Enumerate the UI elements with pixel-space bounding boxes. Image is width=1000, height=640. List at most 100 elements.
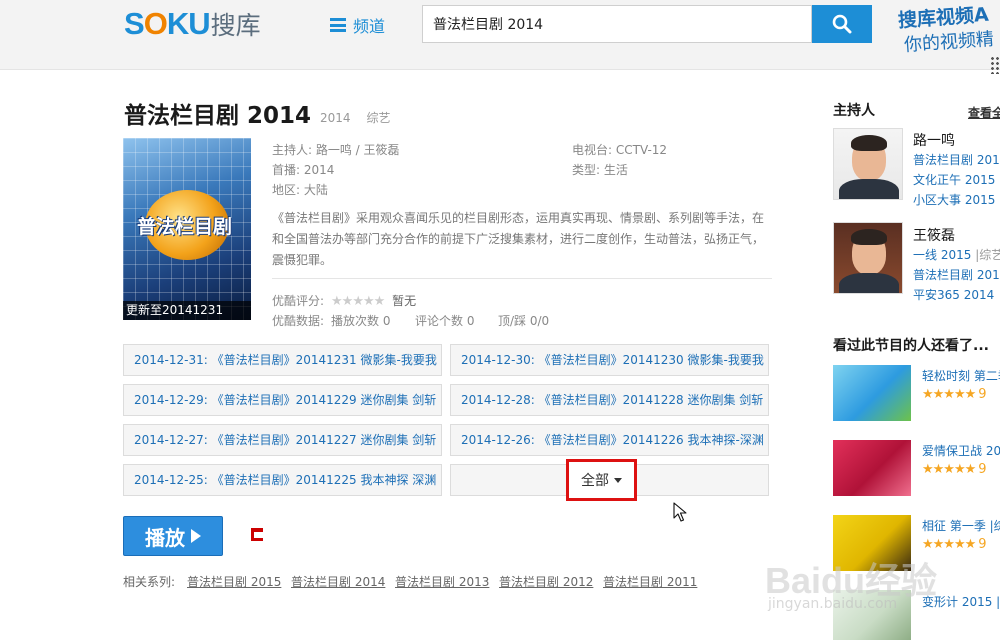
- rating-label: 优酷评分:: [272, 294, 325, 308]
- play-label: 播放: [145, 525, 185, 550]
- region-info: 地区: 大陆: [272, 183, 328, 197]
- rec-title[interactable]: 变形计 2015 |综艺: [922, 593, 1000, 610]
- host-work-title: 文化正午: [913, 173, 962, 187]
- tv-info: 电视台: CCTV-12: [572, 143, 668, 157]
- type-info: 类型: 生活: [572, 163, 628, 177]
- rec-score: 9: [978, 387, 987, 402]
- avatar-hair: [851, 135, 887, 151]
- rec-title[interactable]: 爱情保卫战 2014: [922, 442, 1000, 459]
- show-genre: 综艺: [366, 111, 391, 125]
- rec-rating-stars-icon: ★★★★★ 9: [922, 387, 987, 402]
- rec-thumbnail[interactable]: [833, 590, 911, 640]
- bracket-icon[interactable]: [251, 528, 263, 541]
- rec-score: 9: [978, 462, 987, 477]
- show-all-dropdown[interactable]: 全部: [566, 459, 637, 501]
- rec-title[interactable]: 相征 第一季 |综艺: [922, 517, 1000, 534]
- host-work-year: 2015: [964, 193, 996, 207]
- poster-update-label: 更新至20141231: [123, 301, 251, 320]
- qr-dots-icon: [990, 56, 1000, 74]
- rec-thumbnail[interactable]: [833, 515, 911, 571]
- rec-rating-stars-icon: ★★★★★ 9: [922, 462, 987, 477]
- host-work-year: 2015: [940, 248, 972, 262]
- logo-cn-text: 搜库: [210, 11, 261, 40]
- search-icon: [832, 14, 852, 34]
- rating-value: 暂无: [392, 294, 417, 308]
- host-work-year: 2014: [963, 288, 995, 302]
- episode-link[interactable]: 2014-12-30: 《普法栏目剧》20141230 微影集-我要我: [450, 344, 769, 376]
- view-all-link[interactable]: 查看全: [968, 104, 1000, 121]
- caret-down-icon: [614, 477, 622, 483]
- related-series-link[interactable]: 普法栏目剧 2015: [187, 573, 281, 590]
- play-triangle-icon: [191, 529, 201, 543]
- rec-thumbnail[interactable]: [833, 440, 911, 496]
- show-poster[interactable]: 普法栏目剧 更新至20141231: [123, 138, 251, 320]
- avatar-hair: [851, 229, 887, 245]
- soku-logo[interactable]: SOKU 搜库: [124, 6, 261, 42]
- show-year: 2014: [320, 111, 351, 125]
- host-work-title: 小区大事: [913, 193, 962, 207]
- host-work-year: 2015: [976, 153, 1000, 167]
- rec-rating-stars-icon: ★★★★★ 9: [922, 537, 987, 552]
- related-series-link[interactable]: 普法栏目剧 2011: [603, 573, 697, 590]
- episode-link[interactable]: 2014-12-25: 《普法栏目剧》20141225 我本神探 深渊: [123, 464, 442, 496]
- host-work-link[interactable]: 一线 2015 |综艺: [913, 246, 1000, 263]
- host-name[interactable]: 路一鸣: [913, 130, 955, 150]
- logo-wordmark: SOKU: [124, 6, 211, 41]
- host-work-link[interactable]: 普法栏目剧 2015: [913, 266, 1000, 283]
- show-description: 《普法栏目剧》采用观众喜闻乐见的栏目剧形态，运用真实再现、情景剧、系列剧等手法，…: [272, 211, 765, 267]
- host-work-title: 普法栏目剧: [913, 268, 974, 282]
- host-work-title: 一线: [913, 248, 938, 262]
- plays-count: 播放次数 0: [331, 314, 391, 328]
- premiere-info: 首播: 2014: [272, 163, 335, 177]
- episode-link[interactable]: 2014-12-29: 《普法栏目剧》20141229 迷你剧集 剑斩: [123, 384, 442, 416]
- recommend-heading: 看过此节目的人还看了...: [833, 338, 989, 354]
- search-button[interactable]: [812, 5, 872, 43]
- host-work-link[interactable]: 小区大事 2015: [913, 191, 995, 208]
- related-series-link[interactable]: 普法栏目剧 2014: [291, 573, 385, 590]
- avatar-suit: [839, 273, 899, 293]
- related-label: 相关系列:: [123, 575, 176, 589]
- related-series-link[interactable]: 普法栏目剧 2012: [499, 573, 593, 590]
- page: SOKU 搜库 频道 搜库视频A 你的视频精 普法栏目剧 2014 2014 综艺…: [0, 0, 1000, 640]
- hamburger-icon: [330, 18, 346, 32]
- mouse-cursor-icon: [673, 502, 687, 522]
- rec-score: 9: [978, 537, 987, 552]
- show-all-label: 全部: [581, 473, 609, 489]
- host-work-link[interactable]: 普法栏目剧 2015: [913, 151, 1000, 168]
- host-name[interactable]: 王筱磊: [913, 225, 955, 245]
- app-promo-banner[interactable]: 搜库视频A 你的视频精: [898, 4, 1000, 64]
- avatar-suit: [839, 179, 899, 199]
- host-work-title: 普法栏目剧: [913, 153, 974, 167]
- rec-thumbnail[interactable]: [833, 365, 911, 421]
- page-title: 普法栏目剧 2014: [124, 103, 312, 129]
- host-avatar[interactable]: [833, 222, 903, 294]
- host-work-link[interactable]: 文化正午 2015: [913, 171, 995, 188]
- stats-label: 优酷数据:: [272, 314, 325, 328]
- comments-count: 评论个数 0: [415, 314, 475, 328]
- related-series-link[interactable]: 普法栏目剧 2013: [395, 573, 489, 590]
- channel-menu-button[interactable]: 频道: [330, 14, 385, 36]
- episode-link[interactable]: 2014-12-27: 《普法栏目剧》20141227 迷你剧集 剑斩: [123, 424, 442, 456]
- divider: [272, 278, 772, 279]
- app-promo-line2: 你的视频精: [903, 28, 995, 56]
- updown-count: 顶/踩 0/0: [498, 314, 550, 328]
- host-work-year: 2015: [964, 173, 996, 187]
- search-input[interactable]: [422, 5, 812, 43]
- episode-link[interactable]: 2014-12-26: 《普法栏目剧》20141226 我本神探-深渊: [450, 424, 769, 456]
- poster-title: 普法栏目剧: [137, 216, 233, 238]
- hosts-heading: 主持人: [833, 103, 875, 119]
- play-button[interactable]: 播放: [123, 516, 223, 556]
- episode-link[interactable]: 2014-12-31: 《普法栏目剧》20141231 微影集-我要我: [123, 344, 442, 376]
- rec-title[interactable]: 轻松时刻 第二季: [922, 367, 1000, 384]
- channel-label: 频道: [353, 17, 386, 36]
- title-meta: 2014 综艺: [320, 109, 391, 126]
- episode-link[interactable]: 2014-12-28: 《普法栏目剧》20141228 迷你剧集 剑斩: [450, 384, 769, 416]
- rating-row: 优酷评分: ★★★★★ 暂无: [272, 292, 416, 309]
- rating-stars-icon: ★★★★★: [327, 294, 385, 309]
- top-bar: SOKU 搜库 频道 搜库视频A 你的视频精: [0, 0, 1000, 74]
- host-work-tag: |综艺: [975, 248, 1000, 262]
- host-work-link[interactable]: 平安365 2014: [913, 286, 994, 303]
- host-avatar[interactable]: [833, 128, 903, 200]
- host-info: 主持人: 路一鸣 / 王筱磊: [272, 143, 400, 157]
- host-work-title: 平安365: [913, 288, 960, 302]
